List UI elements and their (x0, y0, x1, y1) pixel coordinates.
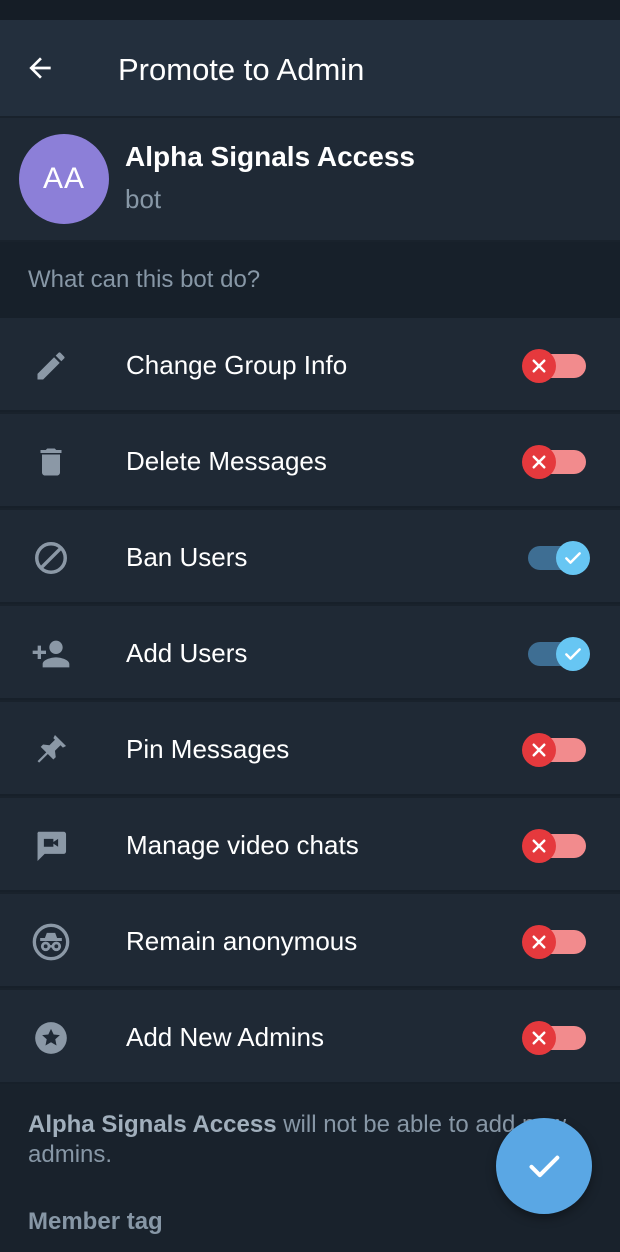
permission-label: Delete Messages (126, 446, 327, 476)
trash-icon (30, 441, 72, 483)
arrow-back-icon (29, 57, 51, 79)
toggle-switch[interactable] (522, 445, 586, 479)
toggle-switch[interactable] (522, 349, 586, 383)
close-icon (532, 455, 546, 469)
close-icon (532, 1031, 546, 1045)
bot-name: Alpha Signals Access (125, 141, 415, 172)
bot-profile: AA Alpha Signals Access bot (0, 118, 620, 240)
avatar: AA (19, 134, 109, 224)
bot-subtitle: bot (125, 184, 162, 214)
check-icon (529, 1155, 560, 1178)
permission-row-ban-users[interactable]: Ban Users (0, 510, 620, 604)
page-title: Promote to Admin (118, 52, 365, 87)
permission-row-pin-messages[interactable]: Pin Messages (0, 702, 620, 796)
status-bar (0, 0, 620, 20)
permission-row-add-new-admins[interactable]: Add New Admins (0, 990, 620, 1084)
permissions-section-header: What can this bot do? (0, 242, 620, 318)
permission-label: Ban Users (126, 542, 248, 572)
video-chat-icon (30, 825, 72, 867)
close-icon (532, 935, 546, 949)
close-icon (532, 839, 546, 853)
toggle-switch[interactable] (522, 733, 586, 767)
permission-label: Add Users (126, 638, 248, 668)
pin-icon (30, 729, 72, 771)
ban-icon (30, 537, 72, 579)
pencil-icon (30, 345, 72, 387)
note-bot-name: Alpha Signals Access (28, 1111, 277, 1138)
permission-row-delete-messages[interactable]: Delete Messages (0, 414, 620, 508)
permission-row-manage-video-chats[interactable]: Manage video chats (0, 798, 620, 892)
permission-label: Change Group Info (126, 350, 348, 380)
toggle-switch[interactable] (522, 1021, 586, 1055)
permission-label: Add New Admins (126, 1022, 324, 1052)
toggle-switch[interactable] (522, 925, 586, 959)
toggle-switch[interactable] (524, 637, 590, 671)
check-icon (565, 552, 581, 564)
permission-row-add-users[interactable]: Add Users (0, 606, 620, 700)
permission-label: Remain anonymous (126, 926, 358, 956)
check-icon (565, 648, 581, 660)
close-icon (532, 359, 546, 373)
toggle-switch[interactable] (524, 541, 590, 575)
permission-row-change-group-info[interactable]: Change Group Info (0, 318, 620, 412)
section-title: What can this bot do? (28, 266, 261, 293)
confirm-button[interactable] (496, 1118, 592, 1214)
incognito-icon (30, 921, 72, 963)
top-app-bar: Promote to Admin (0, 20, 620, 116)
permission-row-remain-anonymous[interactable]: Remain anonymous (0, 894, 620, 988)
toggle-switch[interactable] (522, 829, 586, 863)
close-icon (532, 743, 546, 757)
add-user-icon (30, 633, 72, 675)
back-button[interactable] (20, 48, 60, 88)
permission-label: Manage video chats (126, 830, 359, 860)
member-tag-header: Member tag (28, 1208, 163, 1235)
permission-label: Pin Messages (126, 734, 290, 764)
star-icon (30, 1017, 72, 1059)
